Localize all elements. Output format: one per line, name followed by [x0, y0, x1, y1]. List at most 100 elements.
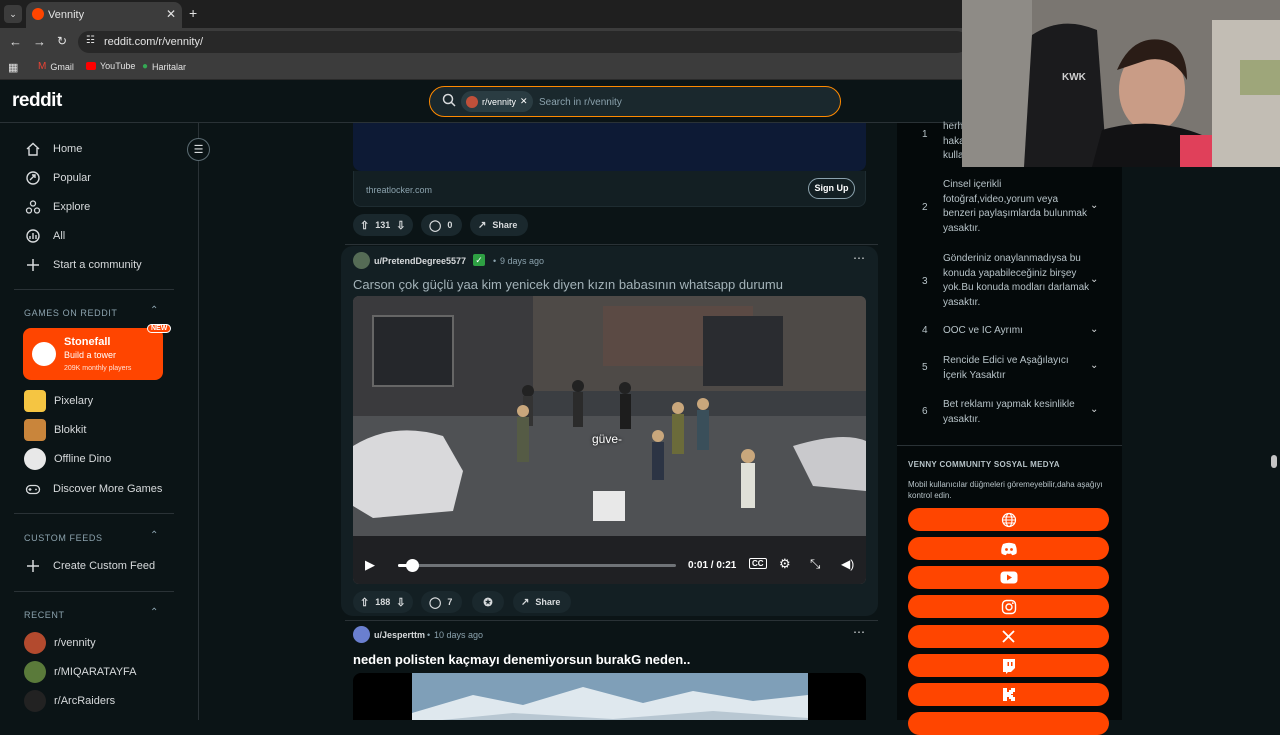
post-title[interactable]: neden polisten kaçmayı denemiyorsun bura…	[353, 652, 690, 667]
rule-item[interactable]: 4 OOC ve IC Ayrımı ⌄	[897, 324, 1122, 340]
nav-home[interactable]: Home	[24, 137, 82, 161]
downvote-icon[interactable]: ⇩	[396, 596, 405, 609]
stonefall-logo-icon	[32, 342, 56, 366]
recent-arcraiders[interactable]: r/ArcRaiders	[24, 689, 115, 713]
play-icon[interactable]: ▶	[365, 557, 375, 573]
page-scrollbar[interactable]	[1266, 123, 1280, 720]
explore-icon	[24, 198, 42, 216]
post-share-button[interactable]: ↗ Share	[513, 591, 571, 613]
browser-tab[interactable]: Vennity ✕	[26, 2, 182, 28]
reddit-logo[interactable]: reddit	[12, 90, 62, 112]
ad-share-button[interactable]: ↗ Share	[470, 214, 528, 236]
settings-gear-icon[interactable]: ⚙	[779, 556, 791, 572]
forward-arrow-icon[interactable]: →	[33, 34, 46, 49]
ad-comments-button[interactable]: ◯ 0	[421, 214, 462, 236]
game-blokkit[interactable]: Blokkit	[24, 418, 86, 442]
x-button[interactable]	[908, 625, 1109, 648]
post-award-button[interactable]: ✪	[472, 591, 504, 613]
author-avatar[interactable]	[353, 626, 370, 643]
nav-start-community[interactable]: Start a community	[24, 253, 142, 277]
search-icon	[442, 93, 456, 112]
instagram-button[interactable]	[908, 595, 1109, 618]
plus-icon	[24, 256, 42, 274]
ad-signup-button[interactable]: Sign Up	[808, 178, 855, 199]
kick-button[interactable]	[908, 683, 1109, 706]
nav-explore[interactable]: Explore	[24, 195, 90, 219]
chevron-down-icon[interactable]: ⌄	[1090, 200, 1098, 211]
volume-icon[interactable]: ◀)	[841, 557, 854, 571]
tab-list-button[interactable]: ⌄	[4, 5, 22, 23]
vennity-avatar-icon	[466, 95, 478, 108]
bookmark-youtube[interactable]: YouTube	[86, 61, 135, 71]
recent-vennity[interactable]: r/vennity	[24, 631, 96, 655]
tab-close-icon[interactable]: ✕	[166, 7, 176, 21]
search-bar[interactable]: r/vennity ✕ Search in r/vennity	[429, 86, 841, 117]
post-comments-button[interactable]: ◯ 7	[421, 591, 462, 613]
post-card[interactable]: u/PretendDegree5577 ✓ • 9 days ago ⋯ Car…	[341, 246, 878, 616]
left-sidebar: Home Popular Explore All Start a communi…	[0, 123, 199, 720]
rule-item[interactable]: 2 Cinsel içerikli fotoğraf,video,yorum v…	[897, 178, 1122, 236]
upvote-icon[interactable]: ⇧	[360, 596, 369, 609]
rule-item[interactable]: 6 Bet reklamı yapmak kesinlikle yasaktır…	[897, 398, 1122, 428]
fullscreen-icon[interactable]: ⤡	[810, 556, 820, 572]
reload-icon[interactable]: ↻	[57, 34, 67, 48]
chevron-down-icon[interactable]: ⌄	[1090, 360, 1098, 371]
post-dot: •	[493, 256, 497, 266]
url-field[interactable]: ☷ reddit.com/r/vennity/	[78, 31, 968, 53]
community-chip[interactable]: r/vennity ✕	[461, 91, 533, 112]
comment-icon: ◯	[429, 219, 442, 232]
twitch-button[interactable]	[908, 654, 1109, 677]
post-options-icon[interactable]: ⋯	[853, 251, 865, 265]
post-media[interactable]	[353, 673, 866, 720]
youtube-button[interactable]	[908, 566, 1109, 589]
chevron-up-icon[interactable]: ⌃	[150, 305, 158, 316]
post-options-icon[interactable]: ⋯	[853, 625, 865, 639]
captions-icon[interactable]: CC	[749, 558, 767, 569]
chip-close-icon[interactable]: ✕	[520, 96, 528, 107]
nav-all[interactable]: All	[24, 224, 65, 248]
post-vote-pill: ⇧ 188 ⇩	[353, 591, 413, 613]
chevron-down-icon[interactable]: ⌄	[1090, 274, 1098, 285]
video-progress-handle[interactable]	[405, 559, 419, 572]
custom-feeds-header[interactable]: CUSTOM FEEDS	[24, 533, 103, 543]
post-author[interactable]: u/PretendDegree5577	[374, 256, 466, 266]
nav-popular[interactable]: Popular	[24, 166, 91, 190]
website-button[interactable]	[908, 508, 1109, 531]
downvote-icon[interactable]: ⇩	[396, 219, 405, 232]
video-player[interactable]: güve- ▶ 0:01 / 0:21 CC ⚙ ⤡ ◀)	[353, 296, 866, 584]
ad-media[interactable]	[353, 123, 866, 171]
video-progress-track[interactable]	[398, 559, 676, 572]
games-section-header[interactable]: GAMES ON REDDIT	[24, 308, 118, 318]
upvote-icon[interactable]: ⇧	[360, 219, 369, 232]
ad-domain[interactable]: threatlocker.com	[366, 185, 432, 195]
rule-item[interactable]: 3 Gönderiniz onaylanmadıysa bu konuda ya…	[897, 252, 1122, 310]
discover-more-games[interactable]: Discover More Games	[24, 477, 162, 501]
comment-icon: ◯	[429, 596, 442, 609]
create-custom-feed[interactable]: Create Custom Feed	[24, 554, 155, 578]
scrollbar-thumb[interactable]	[1271, 455, 1277, 468]
post-title[interactable]: Carson çok güçlü yaa kim yenicek diyen k…	[353, 277, 783, 292]
new-tab-button[interactable]: +	[189, 5, 197, 21]
chevron-up-icon[interactable]: ⌃	[150, 530, 158, 541]
site-info-icon[interactable]: ☷	[86, 35, 95, 46]
back-arrow-icon[interactable]: ←	[9, 34, 22, 49]
video-caption: güve-	[592, 432, 623, 446]
chevron-up-icon[interactable]: ⌃	[150, 607, 158, 618]
recent-header[interactable]: RECENT	[24, 610, 65, 620]
discord-button[interactable]	[908, 537, 1109, 560]
chevron-down-icon[interactable]: ⌄	[1090, 324, 1098, 335]
chevron-down-icon[interactable]: ⌄	[1090, 404, 1098, 415]
more-social-button[interactable]	[908, 712, 1109, 735]
kick-icon	[1002, 688, 1015, 701]
game-pixelary[interactable]: Pixelary	[24, 389, 93, 413]
rule-item[interactable]: 5 Rencide Edici ve Aşağılayıcı İçerik Ya…	[897, 354, 1122, 384]
recent-miqaratayfa[interactable]: r/MIQARATAYFA	[24, 660, 137, 684]
bookmark-gmail[interactable]: M Gmail	[38, 61, 74, 72]
game-offline-dino[interactable]: Offline Dino	[24, 447, 111, 471]
author-avatar[interactable]	[353, 252, 370, 269]
bookmark-maps[interactable]: ● Haritalar	[142, 61, 186, 72]
stonefall-game-card[interactable]: Stonefall Build a tower 209K monthly pla…	[23, 324, 172, 380]
post-author[interactable]: u/Jesperttm	[374, 630, 425, 640]
post-dot: •	[427, 630, 431, 640]
apps-grid-icon[interactable]: ▦	[8, 61, 18, 74]
